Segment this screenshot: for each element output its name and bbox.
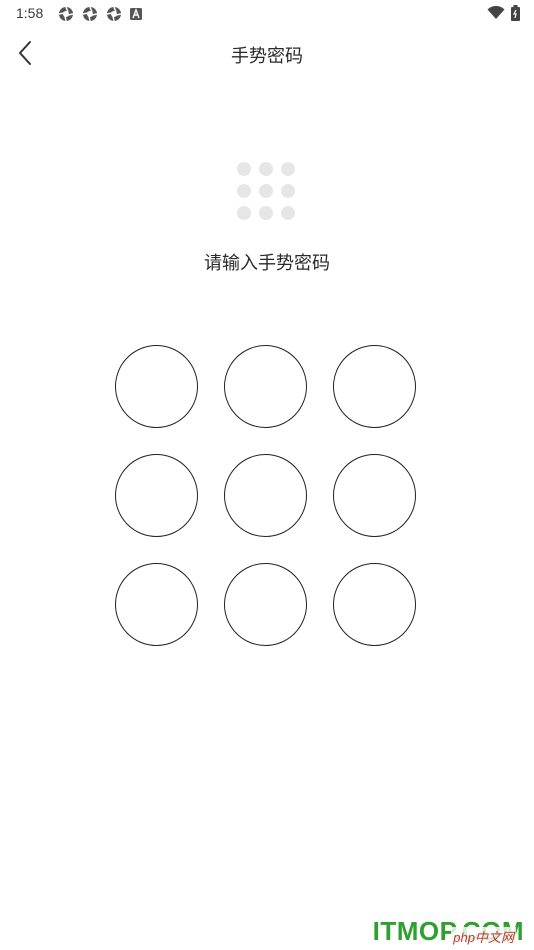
gesture-prompt: 请输入手势密码: [204, 253, 330, 274]
status-bar: 1:58: [0, 0, 534, 28]
aperture-icon: [58, 6, 74, 22]
status-time: 1:58: [16, 5, 44, 21]
preview-dot: [237, 162, 251, 176]
header: 手势密码: [0, 28, 534, 80]
page-title: 手势密码: [231, 46, 303, 67]
gesture-node-9[interactable]: [333, 563, 416, 646]
gesture-node-3[interactable]: [333, 345, 416, 428]
preview-dot: [281, 206, 295, 220]
aperture-icon: [106, 6, 122, 22]
gesture-node-7[interactable]: [115, 563, 198, 646]
status-notification-icons: [58, 6, 142, 22]
preview-dot: [281, 184, 295, 198]
wifi-icon: [487, 6, 505, 19]
preview-dot: [259, 162, 273, 176]
gesture-node-2[interactable]: [224, 345, 307, 428]
preview-dot: [237, 184, 251, 198]
gesture-node-4[interactable]: [115, 454, 198, 537]
gesture-node-6[interactable]: [333, 454, 416, 537]
gesture-node-1[interactable]: [115, 345, 198, 428]
preview-dot: [281, 162, 295, 176]
preview-dot: [237, 206, 251, 220]
watermark: ITMOP.COM php中文网: [373, 918, 524, 946]
preview-dot: [259, 184, 273, 198]
pattern-preview: [237, 162, 297, 222]
gesture-node-8[interactable]: [224, 563, 307, 646]
preview-dot: [259, 206, 273, 220]
battery-icon: [511, 5, 520, 21]
a-box-icon: [130, 8, 142, 20]
gesture-pad[interactable]: [115, 345, 418, 648]
aperture-icon: [82, 6, 98, 22]
gesture-node-5[interactable]: [224, 454, 307, 537]
status-system-icons: [487, 5, 520, 21]
watermark-subtext: php中文网: [451, 927, 516, 946]
